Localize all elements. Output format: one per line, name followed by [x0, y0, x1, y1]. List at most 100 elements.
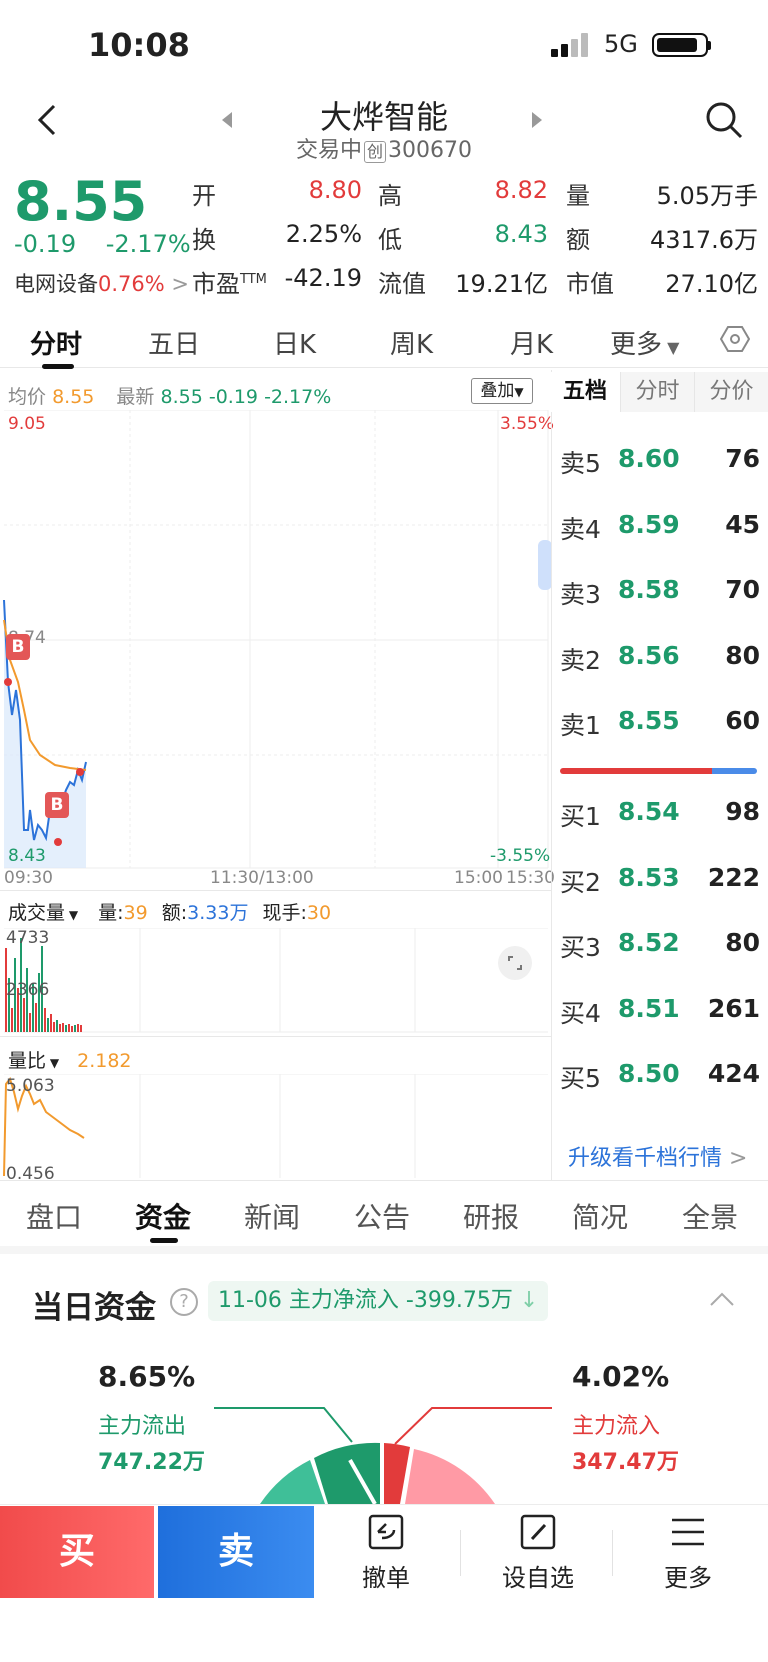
tab-more[interactable]: 更多 ▼	[610, 324, 679, 361]
quote-label: 量	[566, 182, 590, 210]
ratio-top: 5.063	[6, 1076, 55, 1096]
tab-five-day[interactable]: 五日	[148, 324, 200, 361]
buy-signal-badge[interactable]: B	[6, 634, 30, 660]
search-icon[interactable]	[704, 100, 744, 144]
volume-selector[interactable]: 成交量 ▼	[8, 902, 78, 924]
fullscreen-icon[interactable]	[498, 946, 532, 980]
inflow-label: 主力流入	[572, 1414, 661, 1439]
bid-row[interactable]: 买3 8.52 80	[560, 928, 760, 962]
bid-label: 买1	[560, 802, 601, 831]
bid-volume: 222	[707, 862, 760, 892]
tab-research[interactable]: 研报	[463, 1196, 519, 1236]
bid-ask-ratio-bar	[560, 768, 712, 774]
upgrade-level-link[interactable]: 升级看千档行情 >	[568, 1140, 747, 1172]
bid-label: 买5	[560, 1064, 601, 1093]
tab-profile[interactable]: 简况	[572, 1196, 628, 1236]
ratio-value: 2.182	[77, 1050, 132, 1072]
board-tag: 创	[364, 141, 387, 163]
tab-news[interactable]: 新闻	[244, 1196, 300, 1236]
inflow-value: 347.47万	[572, 1450, 679, 1475]
quote-value: 4317.6万	[650, 226, 758, 254]
signal-icon	[551, 33, 591, 57]
bid-price: 8.50	[618, 1059, 680, 1088]
quote-value: 5.05万手	[656, 182, 758, 210]
trade-dot	[54, 838, 62, 846]
overlay-button[interactable]: 叠加▼	[471, 378, 533, 404]
price-change: -0.19	[14, 230, 77, 258]
ask-volume: 45	[725, 509, 760, 539]
tab-monthly-k[interactable]: 月K	[510, 324, 553, 361]
y-low: 8.43	[8, 846, 46, 866]
add-watchlist-button[interactable]: 设自选	[478, 1512, 598, 1593]
collapse-icon[interactable]	[708, 1290, 736, 1312]
ask-volume: 80	[725, 640, 760, 670]
ask-label: 卖5	[560, 449, 601, 478]
x-mid: 11:30/13:00	[210, 868, 314, 888]
outflow-pct: 8.65%	[98, 1360, 196, 1393]
ask-price: 8.59	[618, 509, 680, 539]
intraday-chart	[3, 410, 552, 869]
quote-value: 8.43	[494, 220, 548, 248]
help-icon[interactable]: ?	[170, 1288, 198, 1316]
tab-five-levels[interactable]: 五档	[550, 372, 620, 412]
price-change-pct: -2.17%	[105, 230, 191, 258]
ask-price: 8.58	[618, 575, 680, 604]
fund-title: 当日资金	[32, 1290, 156, 1326]
stock-subtitle: 交易中创 300670	[0, 132, 768, 164]
bid-row[interactable]: 买5 8.50 424	[560, 1059, 760, 1093]
sector-link[interactable]: 电网设备0.76% >	[14, 268, 189, 298]
ask-row[interactable]: 卖1 8.55 60	[560, 706, 760, 740]
menu-icon	[672, 1518, 704, 1546]
quote-value: 19.21亿	[455, 270, 548, 298]
ask-label: 卖3	[560, 580, 601, 609]
ratio-chart	[3, 1074, 548, 1178]
bid-volume: 80	[725, 928, 760, 957]
bid-label: 买2	[560, 867, 601, 897]
ask-volume: 76	[725, 444, 760, 473]
tab-daily-k[interactable]: 日K	[273, 324, 316, 361]
latest-value: 8.55	[160, 386, 203, 408]
chart-expand-handle	[538, 540, 552, 590]
bid-row[interactable]: 买4 8.51 261	[560, 993, 760, 1028]
battery-icon	[652, 33, 708, 57]
more-button[interactable]: 更多	[628, 1512, 748, 1593]
buy-signal-badge[interactable]: B	[45, 792, 69, 818]
stock-code: 300670	[388, 138, 472, 163]
ratio-selector[interactable]: 量比 ▼	[8, 1050, 59, 1072]
ask-price: 8.60	[618, 444, 680, 473]
tab-weekly-k[interactable]: 周K	[390, 324, 433, 361]
bid-volume: 261	[707, 993, 760, 1023]
tab-funds[interactable]: 资金	[135, 1196, 191, 1236]
settings-icon[interactable]	[719, 324, 751, 358]
bid-row[interactable]: 买1 8.54 98	[560, 797, 760, 831]
tab-handicap[interactable]: 盘口	[26, 1196, 82, 1236]
tab-ticks[interactable]: 分时	[620, 372, 694, 412]
quote-label: 额	[566, 226, 590, 254]
bid-row[interactable]: 买2 8.53 222	[560, 862, 760, 897]
tab-price-distribution[interactable]: 分价	[694, 372, 768, 412]
cancel-order-button[interactable]: 撤单	[326, 1512, 446, 1593]
outflow-value: 747.22万	[98, 1450, 205, 1475]
ask-price: 8.56	[618, 640, 680, 670]
network-type: 5G	[604, 30, 638, 58]
tab-intraday[interactable]: 分时	[30, 324, 82, 361]
bid-price: 8.54	[618, 797, 680, 826]
tab-panorama[interactable]: 全景	[682, 1196, 738, 1236]
chart-tabs: 分时 五日 日K 周K 月K 更多 ▼	[0, 306, 768, 369]
status-time: 10:08	[88, 26, 190, 64]
tab-announcements[interactable]: 公告	[354, 1196, 410, 1236]
outflow-label: 主力流出	[98, 1414, 187, 1439]
ask-row[interactable]: 卖3 8.58 70	[560, 575, 760, 609]
ask-row[interactable]: 卖5 8.60 76	[560, 444, 760, 478]
pct-high: 3.55%	[500, 414, 555, 434]
donut-slice	[384, 1443, 410, 1504]
buy-button[interactable]: 买	[0, 1506, 154, 1598]
avg-label: 均价	[8, 386, 47, 408]
ask-row[interactable]: 卖2 8.56 80	[560, 640, 760, 675]
bid-price: 8.52	[618, 928, 680, 957]
orderbook-tabs: 五档 分时 分价	[550, 372, 768, 412]
sell-button[interactable]: 卖	[158, 1506, 314, 1598]
ask-row[interactable]: 卖4 8.59 45	[560, 509, 760, 544]
bid-price: 8.51	[618, 993, 680, 1023]
edit-icon	[520, 1514, 556, 1550]
